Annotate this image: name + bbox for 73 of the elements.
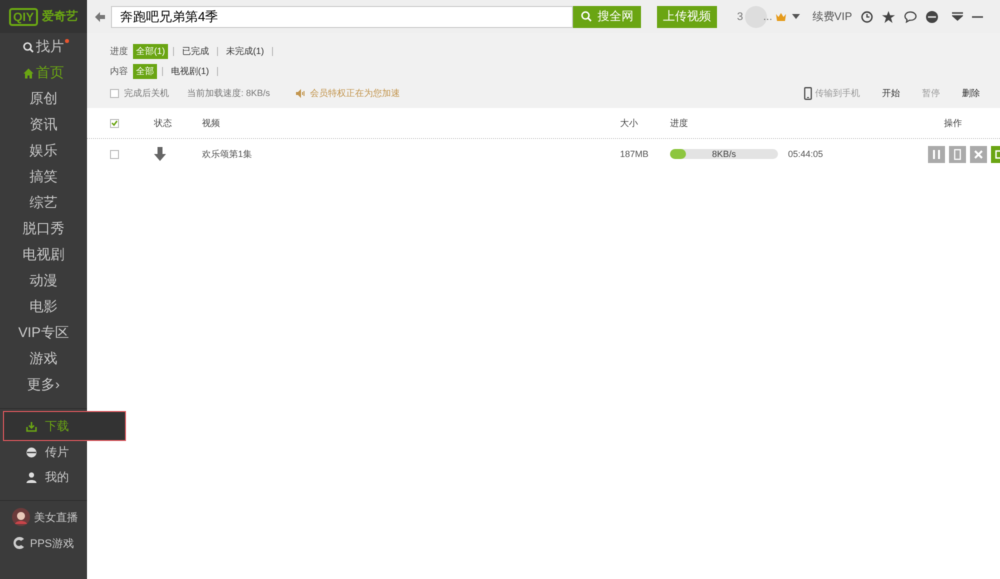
checkbox[interactable] [110, 118, 119, 128]
phone-button[interactable] [949, 146, 966, 162]
column-header: 状态 [154, 116, 173, 130]
checkbox-label[interactable]: 完成后关机 [124, 86, 169, 100]
nav-item[interactable]: PPS游戏 [0, 530, 87, 556]
user-name[interactable]: 3 [737, 10, 744, 22]
nav-item[interactable]: VIP专区 [0, 320, 87, 346]
dropdown-icon[interactable] [792, 14, 800, 19]
logo-mark: QIY [9, 8, 38, 26]
file-size: 187MB [620, 149, 650, 159]
column-header: 大小 [620, 116, 639, 130]
search-icon [580, 11, 592, 22]
action-button[interactable]: 开始 [882, 86, 900, 100]
nav-item[interactable]: 美女直播 [0, 504, 87, 530]
avatar-icon [12, 508, 30, 526]
speaker-icon [296, 88, 306, 98]
user-name-ellipsis: ... [763, 10, 772, 22]
user-icon [26, 472, 37, 483]
filter-option[interactable]: 已完成 [179, 44, 212, 58]
column-header: 操作 [943, 116, 963, 130]
nav-item[interactable]: 找片 [0, 34, 87, 60]
nav-item[interactable]: 综艺 [0, 190, 87, 216]
nav-item[interactable]: 资讯 [0, 112, 87, 138]
nav-item[interactable]: 下载 [4, 412, 125, 440]
filter-option[interactable]: 电视剧(1) [168, 64, 212, 78]
speed-text: 当前加载速度: 8KB/s [187, 86, 270, 100]
logo-text: 爱奇艺 [42, 8, 78, 25]
checkbox[interactable] [110, 88, 119, 98]
search-icon [23, 42, 34, 52]
pause-button[interactable] [928, 146, 945, 162]
nav-item[interactable]: 电视剧 [0, 242, 87, 268]
disc-icon [26, 447, 37, 458]
filter-option[interactable]: 未完成(1) [223, 44, 267, 58]
nav-item[interactable]: 我的 [4, 465, 87, 490]
notice-text: 会员特权正在为您加速 [310, 86, 400, 100]
action-button[interactable]: 删除 [962, 86, 980, 100]
nav-item[interactable]: 电影 [0, 294, 87, 320]
nav-item[interactable]: 原创 [0, 86, 87, 112]
nav-item[interactable]: 更多› [0, 372, 87, 398]
speed-text: 8KB/s [710, 149, 737, 159]
column-header: 视频 [202, 116, 221, 130]
check-icon [111, 120, 118, 126]
download-arrow-icon [154, 147, 166, 161]
nav-item[interactable]: 动漫 [0, 268, 87, 294]
menu-icon[interactable] [952, 12, 964, 21]
video-title: 欢乐颂第1集 [202, 148, 254, 160]
back-arrow-icon [94, 10, 106, 22]
filter-label: 内容 [110, 64, 128, 78]
crown-icon [776, 12, 786, 20]
nav-item[interactable]: 娱乐 [0, 138, 87, 164]
phone-icon [954, 148, 961, 160]
search-field[interactable]: 奔跑吧兄弟第4季 [111, 6, 573, 28]
download-icon [26, 420, 37, 432]
home-icon [23, 68, 34, 78]
time-remaining: 05:44:05 [788, 149, 824, 159]
column-header: 进度 [670, 116, 689, 130]
nav-item[interactable]: 脱口秀 [0, 216, 87, 242]
phone-icon [804, 86, 812, 100]
delete-button[interactable] [970, 146, 987, 162]
star-icon[interactable] [882, 10, 896, 22]
close-icon [974, 150, 983, 158]
chat-icon[interactable] [904, 10, 918, 22]
nav-item[interactable]: 传片 [4, 440, 87, 465]
vip-link[interactable]: 续费VIP [812, 9, 852, 24]
checkbox[interactable] [110, 150, 119, 158]
filter-label: 进度 [110, 44, 128, 58]
clock-icon[interactable] [861, 10, 874, 22]
game-logo-icon [12, 537, 26, 549]
nav-item[interactable]: 游戏 [0, 346, 87, 372]
nav-item[interactable]: 搞笑 [0, 164, 87, 190]
nav-item[interactable]: 首页 [0, 60, 87, 86]
minimize-icon[interactable] [972, 16, 984, 18]
pause-icon [932, 150, 941, 158]
